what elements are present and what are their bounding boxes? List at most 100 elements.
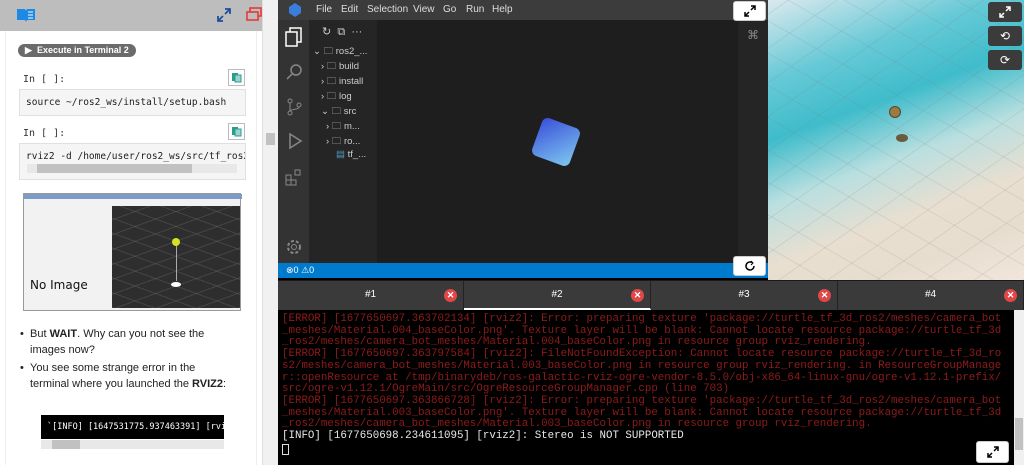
menu-selection[interactable]: Selection: [367, 4, 408, 15]
source-control-icon[interactable]: [283, 96, 305, 118]
reset-view-icon[interactable]: ⟲: [988, 26, 1022, 46]
explorer-icon[interactable]: [283, 26, 305, 48]
errors-icon[interactable]: ⊗: [286, 265, 294, 275]
code-cell[interactable]: source ~/ros2_ws/install/setup.bash: [19, 89, 246, 116]
terminal-output[interactable]: [ERROR] [1677650697.363702134] [rviz2]: …: [278, 310, 1014, 465]
tree-item-file[interactable]: ▤ tf_...: [336, 149, 366, 160]
tree-label: install: [338, 76, 364, 87]
terminal-tabs: #1 ✕ #2 ✕ #3 ✕ #4 ✕: [278, 280, 1024, 310]
tab-label: #4: [924, 289, 937, 300]
activity-bar: [278, 20, 309, 263]
error-count[interactable]: 0: [294, 265, 299, 275]
copy-icon[interactable]: [228, 123, 245, 140]
warnings-icon[interactable]: ⚠: [301, 265, 309, 275]
terminal-scrollbar[interactable]: [1014, 310, 1024, 465]
text: But: [30, 328, 50, 340]
close-tab-icon[interactable]: ✕: [444, 289, 457, 302]
scrollbar-thumb[interactable]: [37, 164, 192, 173]
tab-label: #2: [551, 289, 563, 300]
cell-prompt: In [ ]:: [23, 74, 66, 85]
output-text: `[INFO] [1647531775.937463391] [rviz2]: [47, 422, 224, 432]
output-block: `[INFO] [1647531775.937463391] [rviz2]: [41, 415, 224, 439]
refresh-icon[interactable]: ↻: [322, 26, 331, 38]
tree-item-folder[interactable]: › 🗀 build: [321, 59, 359, 75]
execute-in-terminal-button[interactable]: ▶ Execute in Terminal 2: [18, 44, 136, 57]
text: :: [223, 378, 227, 390]
menu-file[interactable]: File: [316, 4, 332, 15]
notebook-panel: ▶ Execute in Terminal 2 In [ ]: source ~…: [0, 0, 262, 465]
vscode-window: File Edit Selection View Go Run Help ↻ ⧉…: [278, 0, 768, 278]
menu-bar: File Edit Selection View Go Run Help: [278, 0, 768, 20]
scrollbar-thumb[interactable]: [52, 440, 80, 449]
scrollbar-thumb[interactable]: [266, 133, 275, 145]
code-scrollbar[interactable]: [27, 164, 237, 173]
terminal-line: [ERROR] [1677650697.363866728] [rviz2]: …: [282, 394, 1002, 407]
tab-terminal-3[interactable]: #3 ✕: [651, 281, 838, 310]
turtle-model: [896, 134, 908, 142]
bold-text: RVIZ2: [192, 378, 224, 390]
status-bar: ⊗0 ⚠0: [278, 263, 768, 278]
tab-terminal-1[interactable]: #1 ✕: [278, 281, 464, 310]
code-text: rviz2 -d /home/user/ros2_ws/src/tf_ros2_…: [26, 151, 245, 162]
tree-item-folder[interactable]: › 🗀 install: [321, 74, 363, 90]
extensions-icon[interactable]: [283, 166, 305, 188]
explorer-sidebar: ↻ ⧉ ··· ⌄ 🗀 ros2_... › 🗀 build › 🗀 insta…: [309, 20, 377, 263]
collapse-all-icon[interactable]: ⧉: [337, 26, 345, 38]
close-tab-icon[interactable]: ✕: [631, 289, 644, 302]
book-icon[interactable]: [16, 7, 36, 23]
tab-label: #3: [738, 289, 750, 300]
windows-icon[interactable]: [245, 6, 263, 22]
tree-label: m...: [343, 121, 360, 132]
terminal-line: s2/meshes/camera_bot_meshes/Material.003…: [282, 359, 1002, 372]
graph-icon[interactable]: ⌘: [744, 26, 762, 44]
menu-help[interactable]: Help: [492, 4, 513, 15]
terminal-fullscreen-button[interactable]: [976, 441, 1009, 463]
search-icon[interactable]: [283, 61, 305, 83]
tree-item-folder[interactable]: › 🗀 m...: [326, 119, 360, 135]
tab-terminal-2[interactable]: #2 ✕: [464, 281, 651, 310]
close-tab-icon[interactable]: ✕: [1004, 289, 1017, 302]
menu-go[interactable]: Go: [443, 4, 456, 15]
menu-edit[interactable]: Edit: [341, 4, 358, 15]
tree-item-folder[interactable]: › 🗀 log: [321, 89, 352, 105]
expand-icon[interactable]: [216, 7, 232, 23]
cell-prompt: In [ ]:: [23, 128, 66, 139]
tree-label: tf_...: [347, 149, 367, 160]
tree-label: log: [338, 91, 352, 102]
file-icon: ▤: [336, 149, 345, 160]
fullscreen-button[interactable]: [733, 1, 766, 21]
tree-item-folder[interactable]: ⌄ 🗀 ros2_...: [313, 44, 367, 60]
terminal-line: [ERROR] [1677650697.363702134] [rviz2]: …: [282, 313, 1002, 325]
copy-icon[interactable]: [228, 69, 245, 86]
fullscreen-button[interactable]: [988, 2, 1022, 22]
app-logo-icon: [288, 3, 302, 17]
bold-text: WAIT: [49, 328, 78, 340]
run-debug-icon[interactable]: [283, 130, 305, 152]
notebook-scrollbar[interactable]: [262, 0, 278, 465]
rviz-screenshot: No Image: [23, 193, 242, 311]
gazebo-viewport[interactable]: ⟲ ⟳: [768, 0, 1024, 280]
tab-label: #1: [364, 289, 377, 300]
bullet-list: But WAIT. Why can you not see the images…: [20, 326, 235, 392]
menu-view[interactable]: View: [413, 4, 435, 15]
bullet-item: You see some strange error in the termin…: [20, 360, 235, 392]
warning-count[interactable]: 0: [309, 265, 314, 275]
tree-item-folder[interactable]: › 🗀 ro...: [326, 134, 360, 150]
text: You see some strange error in the termin…: [30, 362, 196, 390]
tab-terminal-4[interactable]: #4 ✕: [838, 281, 1024, 310]
code-cell[interactable]: rviz2 -d /home/user/ros2_ws/src/tf_ros2_…: [19, 143, 246, 180]
more-icon[interactable]: ···: [351, 26, 362, 38]
menu-run[interactable]: Run: [466, 4, 484, 15]
tree-label: ros2_...: [335, 46, 368, 57]
reload-button[interactable]: [733, 256, 766, 276]
refresh-icon[interactable]: ⟳: [988, 50, 1022, 70]
tree-label: ro...: [343, 136, 361, 147]
scrollbar-thumb[interactable]: [1015, 418, 1023, 450]
bullet-item: But WAIT. Why can you not see the images…: [20, 326, 235, 358]
close-tab-icon[interactable]: ✕: [818, 289, 831, 302]
tree-item-folder[interactable]: ⌄ 🗀 src: [321, 104, 356, 120]
output-scrollbar[interactable]: [41, 440, 224, 449]
settings-gear-icon[interactable]: [283, 236, 305, 258]
editor-area: [377, 20, 738, 263]
code-text: source ~/ros2_ws/install/setup.bash: [26, 97, 227, 108]
